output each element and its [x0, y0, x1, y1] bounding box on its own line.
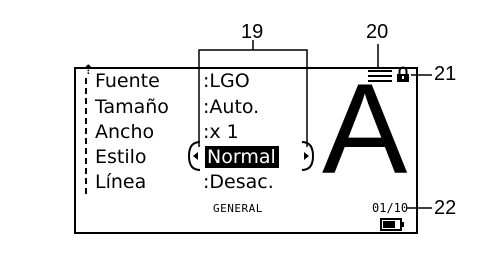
callout-22: 22 [434, 197, 457, 219]
callout-21: 21 [434, 63, 457, 85]
callout-20: 20 [366, 21, 389, 43]
callout-19: 19 [241, 21, 264, 43]
